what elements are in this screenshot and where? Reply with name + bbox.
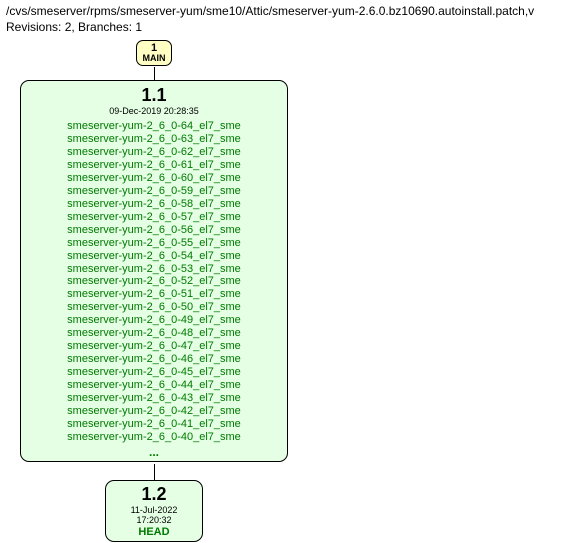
revision-1-1-tag: smeserver-yum-2_6_0-46_el7_sme bbox=[29, 353, 279, 366]
branch-main-node[interactable]: 1 MAIN bbox=[136, 40, 172, 66]
revision-1-1-tag: smeserver-yum-2_6_0-49_el7_sme bbox=[29, 314, 279, 327]
revision-1-1-tag: smeserver-yum-2_6_0-59_el7_sme bbox=[29, 185, 279, 198]
revision-1-1-tag: smeserver-yum-2_6_0-42_el7_sme bbox=[29, 405, 279, 418]
revision-1-1-tag: smeserver-yum-2_6_0-47_el7_sme bbox=[29, 340, 279, 353]
connector-1-1-to-1-2 bbox=[154, 464, 155, 480]
branch-main-label: MAIN bbox=[137, 54, 171, 64]
revision-1-1-tag: smeserver-yum-2_6_0-48_el7_sme bbox=[29, 327, 279, 340]
revision-1-1-ellipsis: ... bbox=[29, 445, 279, 459]
revision-1-1-tag: smeserver-yum-2_6_0-43_el7_sme bbox=[29, 392, 279, 405]
repo-path: /cvs/smeserver/rpms/smeserver-yum/sme10/… bbox=[6, 4, 572, 18]
revision-1-1-tag: smeserver-yum-2_6_0-60_el7_sme bbox=[29, 172, 279, 185]
connector-main-to-1-1 bbox=[154, 67, 155, 80]
revision-1-1-tag: smeserver-yum-2_6_0-40_el7_sme bbox=[29, 431, 279, 444]
revision-1-1-tag: smeserver-yum-2_6_0-51_el7_sme bbox=[29, 288, 279, 301]
revision-1-1-tag: smeserver-yum-2_6_0-61_el7_sme bbox=[29, 159, 279, 172]
revision-1-1-tag: smeserver-yum-2_6_0-53_el7_sme bbox=[29, 263, 279, 276]
revision-1-1-tag: smeserver-yum-2_6_0-41_el7_sme bbox=[29, 418, 279, 431]
revision-1-1-title: 1.1 bbox=[29, 85, 279, 106]
revision-1-1-tag: smeserver-yum-2_6_0-45_el7_sme bbox=[29, 366, 279, 379]
revision-1-2-tag-head: HEAD bbox=[112, 526, 196, 538]
revision-1-1-tag: smeserver-yum-2_6_0-63_el7_sme bbox=[29, 133, 279, 146]
revision-1-2-date: 11-Jul-2022 17:20:32 bbox=[112, 505, 196, 525]
revision-1-1-tag: smeserver-yum-2_6_0-55_el7_sme bbox=[29, 237, 279, 250]
revision-1-1-tag: smeserver-yum-2_6_0-56_el7_sme bbox=[29, 224, 279, 237]
revision-1-1-tag: smeserver-yum-2_6_0-64_el7_sme bbox=[29, 120, 279, 133]
revision-1-1-tags: smeserver-yum-2_6_0-64_el7_smesmeserver-… bbox=[29, 120, 279, 444]
revision-1-1-tag: smeserver-yum-2_6_0-62_el7_sme bbox=[29, 146, 279, 159]
revision-1-1-node[interactable]: 1.1 09-Dec-2019 20:28:35 smeserver-yum-2… bbox=[20, 80, 288, 462]
revision-1-1-tag: smeserver-yum-2_6_0-54_el7_sme bbox=[29, 250, 279, 263]
revision-1-1-tag: smeserver-yum-2_6_0-44_el7_sme bbox=[29, 379, 279, 392]
revision-1-2-title: 1.2 bbox=[112, 484, 196, 505]
revision-1-2-node[interactable]: 1.2 11-Jul-2022 17:20:32 HEAD bbox=[105, 480, 203, 542]
revision-1-1-tag: smeserver-yum-2_6_0-58_el7_sme bbox=[29, 198, 279, 211]
revision-1-1-date: 09-Dec-2019 20:28:35 bbox=[29, 106, 279, 117]
revisions-summary: Revisions: 2, Branches: 1 bbox=[6, 20, 572, 34]
revision-1-1-tag: smeserver-yum-2_6_0-57_el7_sme bbox=[29, 211, 279, 224]
revision-1-1-tag: smeserver-yum-2_6_0-52_el7_sme bbox=[29, 275, 279, 288]
revision-1-1-tag: smeserver-yum-2_6_0-50_el7_sme bbox=[29, 301, 279, 314]
